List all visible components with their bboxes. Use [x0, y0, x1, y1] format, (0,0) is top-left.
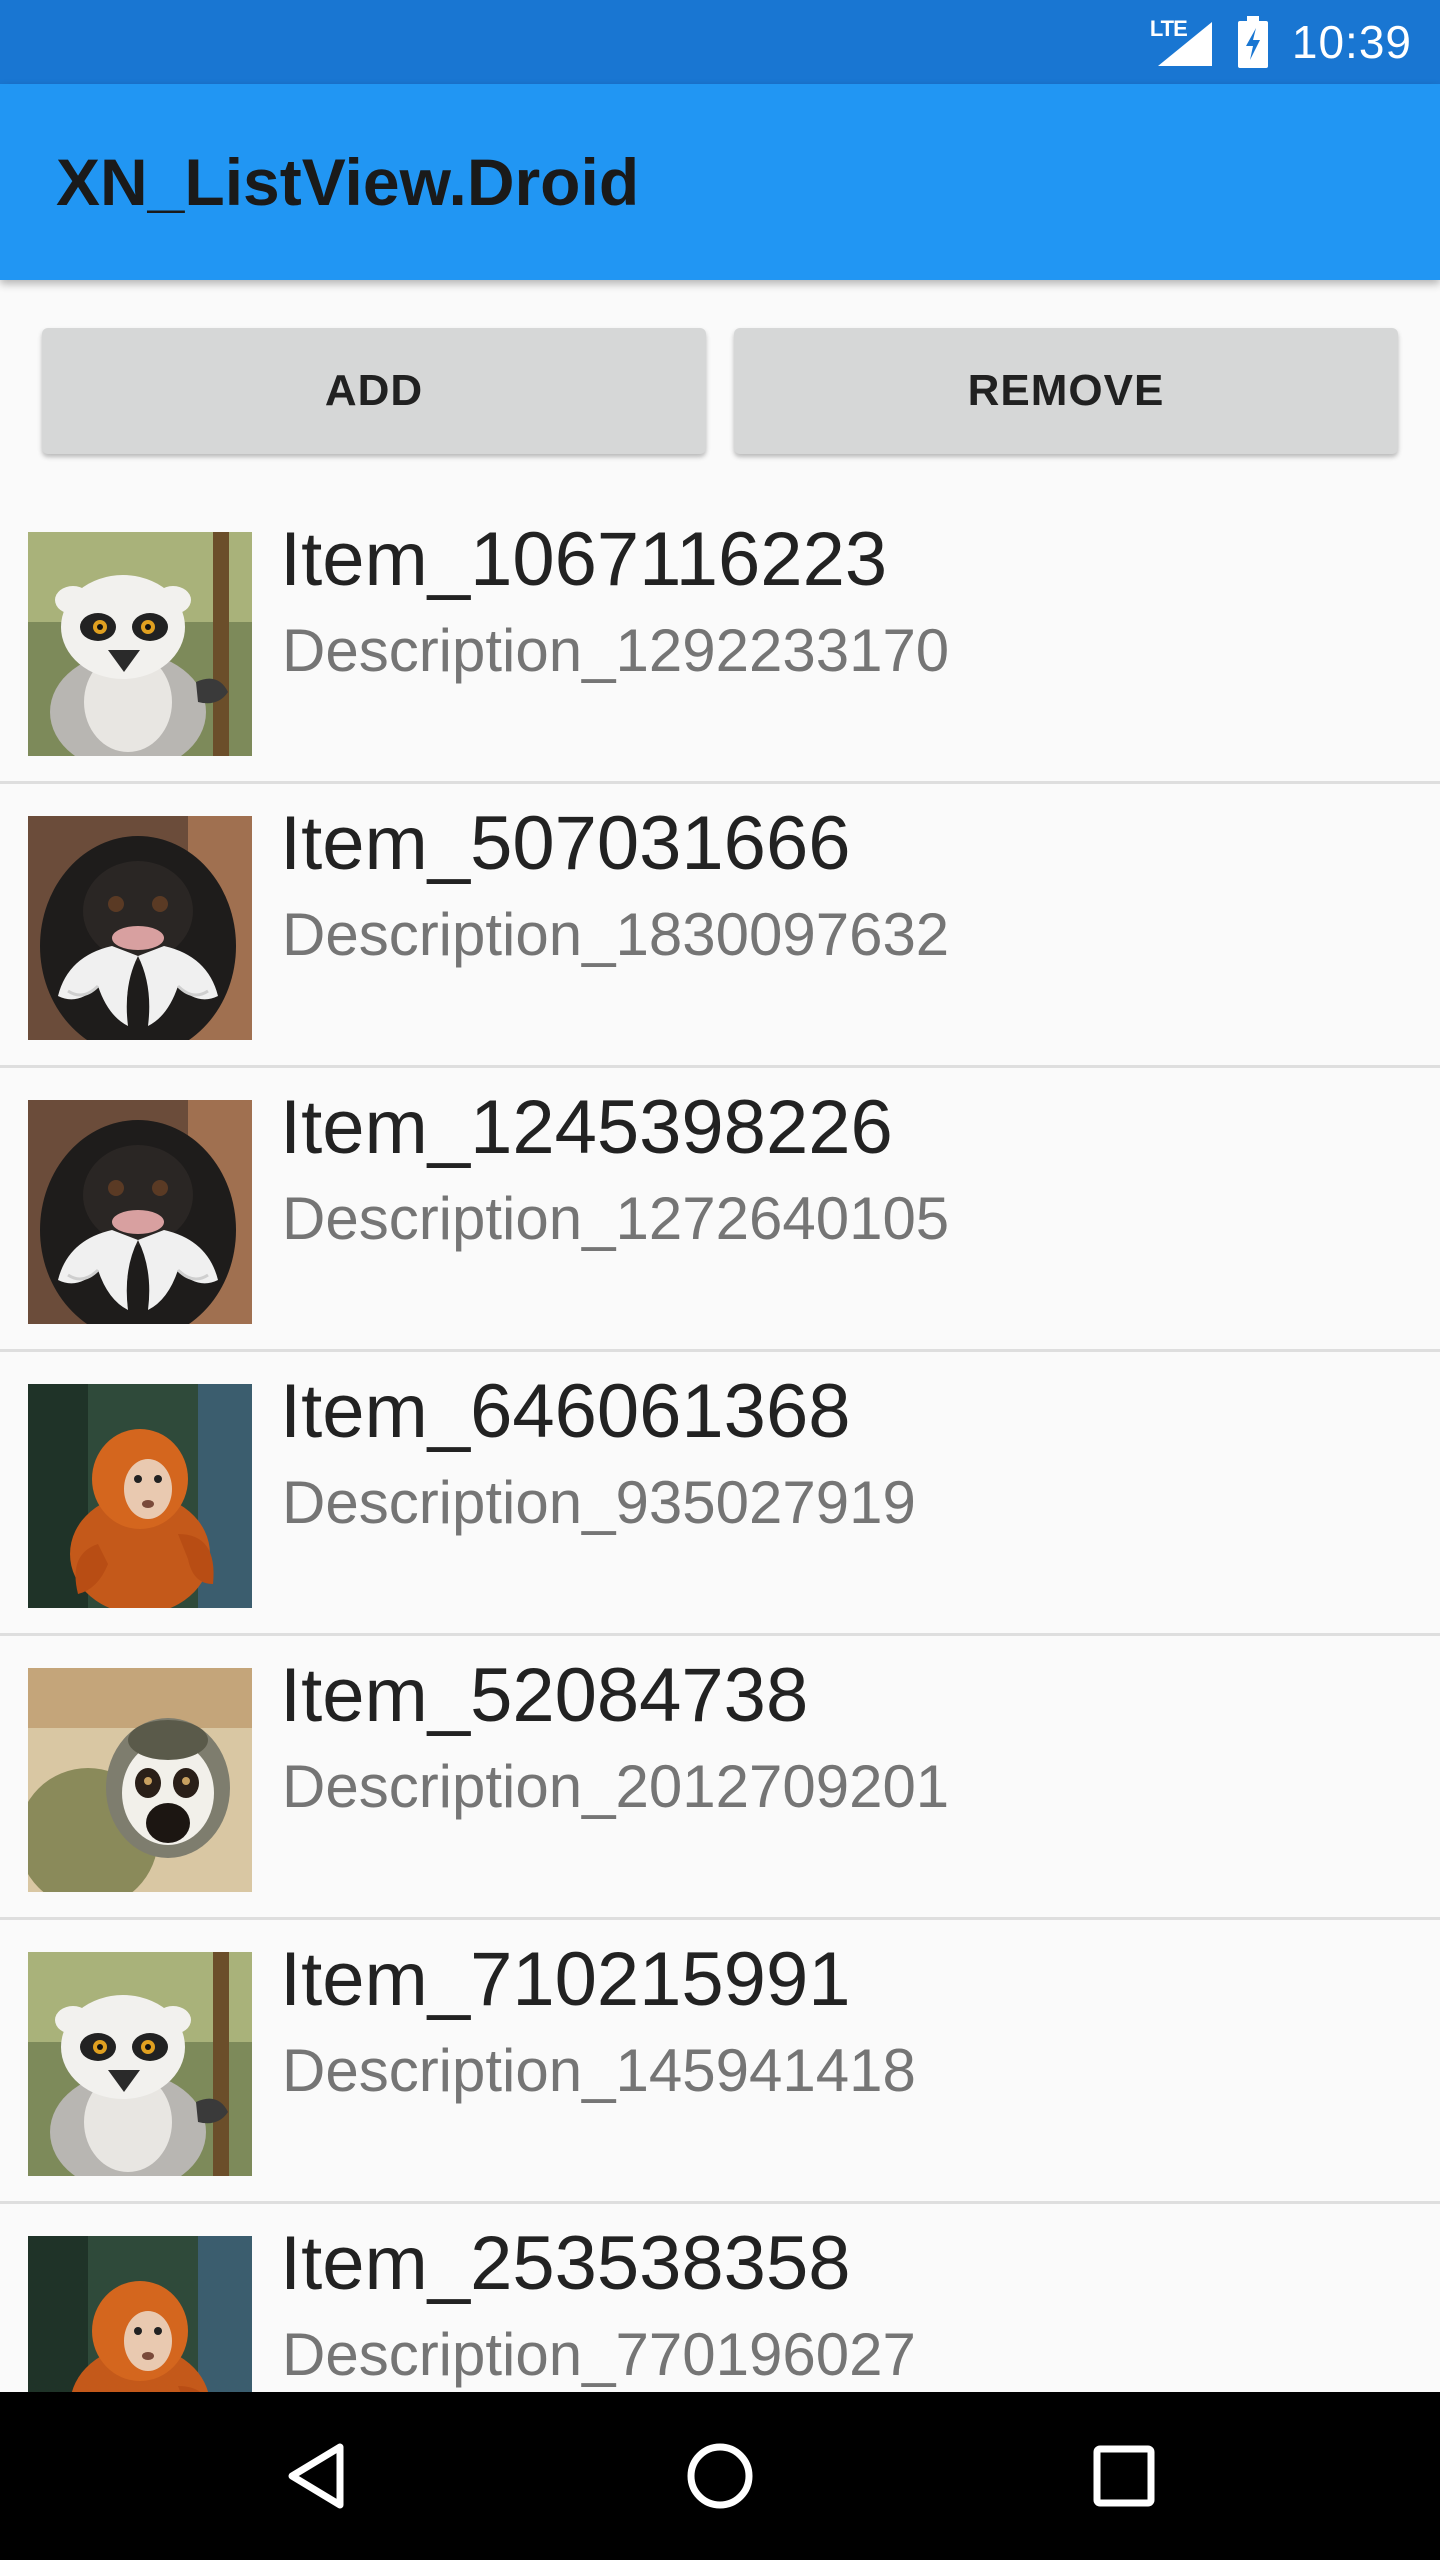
- home-button[interactable]: [670, 2426, 770, 2526]
- back-icon: [288, 2443, 344, 2509]
- item-thumbnail: [28, 1384, 252, 1608]
- list-item[interactable]: Item_1067116223 Description_1292233170: [0, 500, 1440, 784]
- item-description: Description_1292233170: [282, 617, 950, 684]
- add-button[interactable]: ADD: [42, 328, 706, 454]
- home-icon: [687, 2443, 753, 2509]
- item-thumbnail: [28, 1100, 252, 1324]
- item-thumbnail: [28, 532, 252, 756]
- item-description: Description_1272640105: [282, 1185, 950, 1252]
- list-item[interactable]: Item_507031666 Description_1830097632: [0, 784, 1440, 1068]
- item-title: Item_52084738: [280, 1653, 809, 1738]
- list-item[interactable]: Item_710215991 Description_145941418: [0, 1920, 1440, 2204]
- navigation-bar: [0, 2392, 1440, 2560]
- battery-charging-icon: [1237, 16, 1268, 68]
- item-title: Item_253538358: [280, 2221, 851, 2306]
- item-title: Item_710215991: [280, 1937, 851, 2022]
- recent-apps-icon: [1093, 2445, 1155, 2507]
- lte-signal-icon: LTE: [1150, 16, 1214, 68]
- list-item[interactable]: Item_646061368 Description_935027919: [0, 1352, 1440, 1636]
- status-bar: LTE 10:39: [0, 0, 1440, 84]
- item-thumbnail: [28, 2236, 252, 2392]
- list-item[interactable]: Item_52084738 Description_2012709201: [0, 1636, 1440, 1920]
- back-button[interactable]: [266, 2426, 366, 2526]
- item-title: Item_646061368: [280, 1369, 851, 1454]
- item-title: Item_507031666: [280, 801, 851, 886]
- recent-apps-button[interactable]: [1074, 2426, 1174, 2526]
- item-description: Description_770196027: [282, 2321, 916, 2388]
- item-title: Item_1245398226: [280, 1085, 893, 1170]
- item-description: Description_2012709201: [282, 1753, 950, 1820]
- status-clock: 10:39: [1291, 16, 1412, 68]
- item-description: Description_145941418: [282, 2037, 916, 2104]
- status-icons: LTE 10:39: [1150, 0, 1412, 84]
- item-thumbnail: [28, 1952, 252, 2176]
- list-item[interactable]: Item_1245398226 Description_1272640105: [0, 1068, 1440, 1352]
- list-item[interactable]: Item_253538358 Description_770196027: [0, 2204, 1440, 2392]
- item-thumbnail: [28, 1668, 252, 1892]
- item-title: Item_1067116223: [280, 517, 888, 602]
- item-description: Description_1830097632: [282, 901, 950, 968]
- item-description: Description_935027919: [282, 1469, 916, 1536]
- app-title: XN_ListView.Droid: [56, 145, 640, 219]
- item-list[interactable]: Item_1067116223 Description_1292233170 I…: [0, 500, 1440, 2392]
- item-thumbnail: [28, 816, 252, 1040]
- remove-button[interactable]: REMOVE: [734, 328, 1398, 454]
- app-bar: XN_ListView.Droid: [0, 84, 1440, 280]
